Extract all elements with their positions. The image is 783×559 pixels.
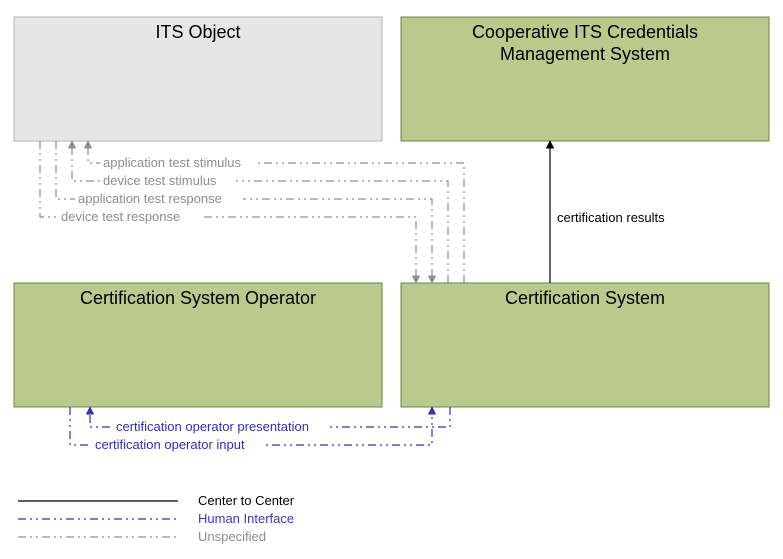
flow-cert-op-presentation-label: certification operator presentation — [116, 419, 309, 434]
flow-cert-results-label: certification results — [557, 210, 665, 225]
flow-dev-test-stimulus-label: device test stimulus — [103, 173, 217, 188]
legend-human: Human Interface — [198, 511, 294, 526]
box-cs-label: Certification System — [505, 288, 665, 308]
legend-unspecified: Unspecified — [198, 529, 266, 544]
flow-app-test-response-label: application test response — [78, 191, 222, 206]
flow-cert-op-input-label: certification operator input — [95, 437, 245, 452]
box-ccms-label-line1: Cooperative ITS Credentials — [472, 22, 698, 42]
legend: Center to Center Human Interface Unspeci… — [18, 493, 295, 544]
flow-app-test-stimulus-label: application test stimulus — [103, 155, 242, 170]
box-cs: Certification System — [401, 283, 769, 407]
box-its-object-label: ITS Object — [155, 22, 240, 42]
box-ccms: Cooperative ITS Credentials Management S… — [401, 17, 769, 141]
diagram-canvas: ITS Object Cooperative ITS Credentials M… — [0, 0, 783, 559]
box-its-object: ITS Object — [14, 17, 382, 141]
legend-c2c: Center to Center — [198, 493, 295, 508]
flow-dev-test-response-label: device test response — [61, 209, 180, 224]
box-cso-label: Certification System Operator — [80, 288, 316, 308]
box-ccms-label-line2: Management System — [500, 44, 670, 64]
box-cso: Certification System Operator — [14, 283, 382, 407]
